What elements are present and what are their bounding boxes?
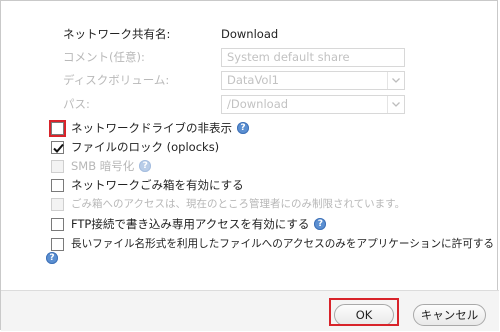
- disk-volume-label: ディスクボリューム:: [63, 73, 170, 87]
- oplocks-checkbox[interactable]: [51, 140, 64, 154]
- share-name-value: Download: [221, 27, 279, 41]
- recycle-admin-option: ごみ箱へのアクセスは、現在のところ管理者にのみ制限されています。: [51, 194, 405, 214]
- path-value: /Download: [227, 97, 289, 111]
- share-properties-dialog: ネットワーク共有名: Download コメント(任意): System def…: [0, 0, 499, 331]
- smb-encryption-label: SMB 暗号化: [71, 159, 135, 173]
- hide-drive-checkbox[interactable]: [49, 119, 66, 137]
- long-filename-option: 長いファイル名形式を利用したファイルへのアクセスのみをアプリケーションに許可する: [51, 234, 494, 254]
- long-filename-label: 長いファイル名形式を利用したファイルへのアクセスのみをアプリケーションに許可する: [71, 238, 495, 250]
- checkmark-icon: [53, 143, 64, 153]
- long-filename-checkbox[interactable]: [51, 237, 64, 251]
- ftp-write-only-checkbox[interactable]: [51, 217, 64, 231]
- help-icon[interactable]: ?: [237, 122, 249, 134]
- chevron-down-icon: [387, 72, 404, 89]
- recycle-bin-checkbox[interactable]: [51, 178, 64, 192]
- hide-drive-label: ネットワークドライブの非表示: [71, 121, 232, 135]
- recycle-bin-option: ネットワークごみ箱を有効にする: [51, 175, 244, 195]
- hide-drive-option: ネットワークドライブの非表示 ?: [49, 118, 249, 138]
- recycle-bin-label: ネットワークごみ箱を有効にする: [71, 178, 244, 192]
- comment-label: コメント(任意):: [63, 50, 145, 64]
- ftp-write-only-option: FTP接続で書き込み専用アクセスを有効にする ?: [51, 214, 327, 234]
- recycle-admin-label: ごみ箱へのアクセスは、現在のところ管理者にのみ制限されています。: [71, 198, 406, 210]
- share-name-label: ネットワーク共有名:: [63, 27, 171, 41]
- comment-field[interactable]: System default share: [221, 48, 405, 67]
- cancel-button[interactable]: キャンセル: [413, 304, 486, 326]
- help-icon[interactable]: ?: [139, 160, 152, 172]
- smb-encryption-checkbox[interactable]: [51, 159, 64, 173]
- ftp-write-only-label: FTP接続で書き込み専用アクセスを有効にする: [71, 217, 310, 231]
- disk-volume-value: DataVol1: [227, 73, 279, 87]
- disk-volume-select[interactable]: DataVol1: [221, 71, 405, 90]
- help-icon[interactable]: ?: [46, 252, 58, 264]
- path-select[interactable]: /Download: [221, 95, 405, 114]
- smb-encryption-option: SMB 暗号化 ?: [51, 156, 152, 176]
- chevron-down-icon: [387, 96, 404, 113]
- recycle-admin-checkbox[interactable]: [51, 197, 64, 211]
- path-label: パス:: [63, 97, 90, 111]
- help-icon[interactable]: ?: [314, 218, 327, 230]
- ok-button-highlight: [329, 298, 399, 326]
- oplocks-option: ファイルのロック (oplocks): [51, 137, 219, 157]
- dialog-footer: OK キャンセル: [1, 290, 499, 331]
- oplocks-label: ファイルのロック (oplocks): [71, 140, 220, 154]
